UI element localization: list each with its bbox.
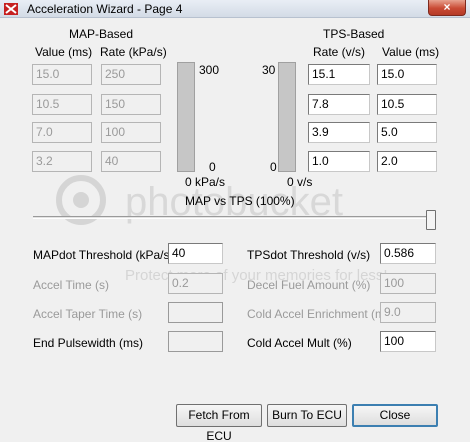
tps-rate-bar xyxy=(278,62,296,172)
map-based-header: MAP-Based xyxy=(69,27,134,41)
tps-bar-unit-label: 0 v/s xyxy=(287,175,313,189)
map-vs-tps-slider-thumb[interactable] xyxy=(426,210,436,230)
map-rate-field: 100 xyxy=(101,122,161,143)
map-rate-header: Rate (kPa/s) xyxy=(100,45,167,59)
window-close-button[interactable]: × xyxy=(428,0,466,16)
fetch-from-ecu-button[interactable]: Fetch From ECU xyxy=(176,404,262,442)
map-rate-field: 250 xyxy=(101,64,161,85)
cold-accel-mult-label: Cold Accel Mult (%) xyxy=(247,336,352,350)
map-bar-max-label: 300 xyxy=(199,63,220,77)
tps-rate-field[interactable]: 7.8 xyxy=(308,94,370,115)
tps-rate-field[interactable]: 1.0 xyxy=(308,151,370,172)
tps-rate-field[interactable]: 3.9 xyxy=(308,122,370,143)
tpsdot-threshold-input[interactable]: 0.586 xyxy=(380,243,436,264)
tps-based-header: TPS-Based xyxy=(323,27,385,41)
tps-rate-field[interactable]: 15.1 xyxy=(308,64,370,85)
accel-time-label: Accel Time (s) xyxy=(33,278,110,292)
mapdot-threshold-input[interactable]: 40 xyxy=(168,243,223,264)
map-rate-bar xyxy=(177,62,195,172)
map-value-field: 10.5 xyxy=(32,94,92,115)
accel-taper-time-input xyxy=(168,302,223,323)
cold-accel-mult-input[interactable]: 100 xyxy=(380,331,436,352)
map-vs-tps-label: MAP vs TPS (100%) xyxy=(185,194,295,208)
map-bar-unit-label: 0 kPa/s xyxy=(185,175,226,189)
map-value-header: Value (ms) xyxy=(35,45,93,59)
tps-value-field[interactable]: 15.0 xyxy=(377,64,437,85)
tps-bar-max-label: 30 xyxy=(262,63,276,77)
accel-time-input: 0.2 xyxy=(168,273,223,294)
close-button[interactable]: Close xyxy=(352,404,438,427)
tpsdot-threshold-label: TPSdot Threshold (v/s) xyxy=(247,248,371,262)
tps-value-header: Value (ms) xyxy=(382,45,440,59)
decel-fuel-amount-input: 100 xyxy=(380,273,436,294)
tps-value-field[interactable]: 5.0 xyxy=(377,122,437,143)
map-vs-tps-slider-track[interactable] xyxy=(33,216,432,219)
map-value-field: 15.0 xyxy=(32,64,92,85)
mapdot-threshold-label: MAPdot Threshold (kPa/s) xyxy=(33,248,174,262)
map-value-field: 3.2 xyxy=(32,151,92,172)
end-pulsewidth-label: End Pulsewidth (ms) xyxy=(33,336,144,350)
title-bar: Acceleration Wizard - Page 4 × xyxy=(0,0,470,18)
tps-rate-header: Rate (v/s) xyxy=(313,45,366,59)
end-pulsewidth-input xyxy=(168,331,223,352)
cold-accel-enrichment-label: Cold Accel Enrichment (ms) xyxy=(247,307,396,321)
cold-accel-enrichment-input: 9.0 xyxy=(380,302,436,323)
burn-to-ecu-button[interactable]: Burn To ECU xyxy=(267,404,347,427)
map-bar-min-label: 0 xyxy=(209,160,216,174)
accel-taper-time-label: Accel Taper Time (s) xyxy=(33,307,143,321)
tps-value-field[interactable]: 10.5 xyxy=(377,94,437,115)
decel-fuel-amount-label: Decel Fuel Amount (%) xyxy=(247,278,371,292)
map-rate-field: 40 xyxy=(101,151,161,172)
map-value-field: 7.0 xyxy=(32,122,92,143)
map-rate-field: 150 xyxy=(101,94,161,115)
tps-value-field[interactable]: 2.0 xyxy=(377,151,437,172)
acceleration-wizard-window: Acceleration Wizard - Page 4 × MAP-Based… xyxy=(0,0,470,442)
window-title: Acceleration Wizard - Page 4 xyxy=(27,2,183,16)
tps-bar-min-label: 0 xyxy=(270,160,277,174)
app-icon xyxy=(4,3,18,15)
